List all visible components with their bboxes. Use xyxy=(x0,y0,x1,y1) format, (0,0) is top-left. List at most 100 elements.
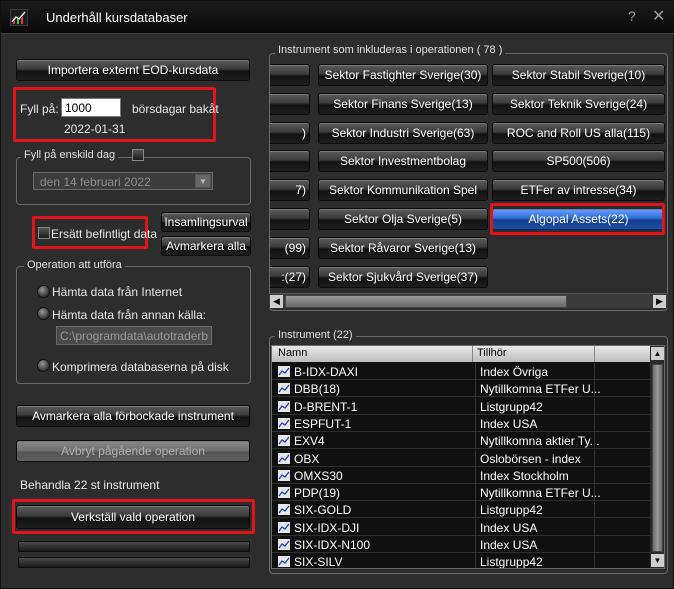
instrument-list[interactable]: Namn Tillhör B-IDX-DAXI Index Övriga DBB(1… xyxy=(271,345,665,569)
partial-group-button-1[interactable] xyxy=(270,64,310,86)
column-header-name[interactable]: Namn xyxy=(278,347,307,359)
group-button-stabil[interactable]: Sektor Stabil Sverige(10) xyxy=(492,64,665,86)
unmark-prechecked-button[interactable]: Avmarkera alla förbockade instrument xyxy=(16,405,250,427)
highlight-algopal-box xyxy=(490,203,665,235)
chart-icon xyxy=(278,487,290,499)
instrument-group: Listgrupp42 xyxy=(480,503,543,518)
group-button-ravaror[interactable]: Sektor Råvaror Sverige(13) xyxy=(318,237,488,259)
list-item[interactable]: SIX-SILV Listgrupp42 xyxy=(272,553,650,569)
group-button-olja[interactable]: Sektor Olja Sverige(5) xyxy=(318,208,488,230)
horizontal-scrollbar[interactable]: ◀ ▶ xyxy=(269,293,668,308)
collection-selection-button[interactable]: Insamlingsurval xyxy=(161,212,251,232)
group-button-etfer[interactable]: ETFer av intresse(34) xyxy=(492,179,665,201)
group-button-fastigheter[interactable]: Sektor Fastighter Sverige(30) xyxy=(318,64,488,86)
fill-date: 2022-01-31 xyxy=(64,122,126,136)
chevron-down-icon[interactable]: ▼ xyxy=(195,174,211,188)
list-item[interactable]: DBB(18) Nytillkomna ETFer U... xyxy=(272,380,650,398)
chart-icon xyxy=(278,539,290,550)
instrument-name: SIX-IDX-N100 xyxy=(294,538,371,552)
radio-compress[interactable] xyxy=(37,359,50,372)
instrument-name: PDP(19) xyxy=(294,486,341,501)
fill-days-input[interactable] xyxy=(61,98,121,117)
instrument-list-title: Instrument (22) xyxy=(275,329,356,341)
group-button-industri[interactable]: Sektor Industri Sverige(63) xyxy=(318,122,488,144)
instrument-group: Listgrupp42 xyxy=(480,555,543,569)
list-item[interactable]: SIX-GOLD Listgrupp42 xyxy=(272,501,650,519)
chart-icon xyxy=(278,435,290,447)
instrument-group: Nytillkomna ETFer U... xyxy=(480,486,601,501)
vertical-scroll-thumb[interactable] xyxy=(652,364,663,552)
group-button-sp500[interactable]: SP500(506) xyxy=(492,150,665,172)
group-button-investmentbolag[interactable]: Sektor Investmentbolag xyxy=(318,150,488,172)
single-day-checkbox[interactable] xyxy=(132,149,144,161)
instrument-name: SIX-IDX-DJI xyxy=(294,520,360,535)
list-item[interactable]: OMXS30 Index Stockholm xyxy=(272,466,650,484)
list-item[interactable]: ESPFUT-1 Index USA xyxy=(272,414,650,432)
status-text: Behandla 22 st instrument xyxy=(20,478,160,492)
list-item[interactable]: SIX-IDX-N100 Index USA xyxy=(272,536,650,553)
vertical-scrollbar[interactable]: ▲ ▼ xyxy=(650,346,664,568)
instrument-name: ESPFUT-1 xyxy=(294,416,352,431)
group-button-kommunikation[interactable]: Sektor Kommunikation Spel xyxy=(318,179,488,201)
partial-group-button-6[interactable] xyxy=(270,208,310,230)
instrument-group: Listgrupp42 xyxy=(480,399,543,414)
unmark-all-button[interactable]: Avmarkera alla xyxy=(161,236,251,256)
instrument-group: Nytillkomna aktier Ty... xyxy=(480,434,600,449)
list-item[interactable]: EXV4 Nytillkomna aktier Ty... xyxy=(272,432,650,450)
list-item[interactable]: B-IDX-DAXI Index Övriga xyxy=(272,363,650,380)
partial-group-button-3[interactable]: ) xyxy=(270,122,310,144)
chart-icon xyxy=(278,383,290,395)
scroll-down-icon[interactable]: ▼ xyxy=(651,554,664,567)
chart-icon xyxy=(278,366,290,377)
replace-data-label: Ersätt befintligt data xyxy=(51,227,158,241)
scroll-right-icon[interactable]: ▶ xyxy=(653,295,666,308)
instrument-group: Index USA xyxy=(480,416,538,431)
radio-compress-label: Komprimera databaserna på disk xyxy=(52,360,229,374)
instrument-name: OMXS30 xyxy=(294,468,343,483)
single-day-datepicker[interactable]: den 14 februari 2022 ▼ xyxy=(33,172,213,190)
chart-icon xyxy=(278,400,290,412)
partial-group-button-8[interactable]: :(27) xyxy=(270,266,310,288)
horizontal-scroll-thumb[interactable] xyxy=(285,295,567,308)
replace-data-checkbox[interactable] xyxy=(38,227,50,239)
instrument-group: Oslobörsen - index xyxy=(480,451,581,466)
radio-internet[interactable] xyxy=(37,285,50,298)
radio-other-source[interactable] xyxy=(37,307,50,320)
column-header-group[interactable]: Tillhör xyxy=(477,347,507,359)
radio-other-source-label: Hämta data från annan källa: xyxy=(52,308,207,322)
instrument-group: Index USA xyxy=(480,538,538,552)
scroll-up-icon[interactable]: ▲ xyxy=(651,347,664,360)
cancel-operation-button[interactable]: Avbryt pågående operation xyxy=(16,440,250,462)
group-button-roc-and-roll[interactable]: ROC and Roll US alla(115) xyxy=(492,122,665,144)
group-button-finans[interactable]: Sektor Finans Sverige(13) xyxy=(318,93,488,115)
chart-icon xyxy=(278,556,290,568)
import-eod-button[interactable]: Importera externt EOD-kursdata xyxy=(16,59,250,81)
scroll-left-icon[interactable]: ◀ xyxy=(270,295,283,308)
chart-icon xyxy=(278,504,290,516)
partial-group-button-2[interactable] xyxy=(270,93,310,115)
list-item[interactable]: OBX Oslobörsen - index xyxy=(272,449,650,467)
list-item[interactable]: SIX-IDX-DJI Index USA xyxy=(272,518,650,536)
partial-group-button-5[interactable]: 7) xyxy=(270,179,310,201)
help-icon[interactable]: ? xyxy=(628,8,636,24)
progress-bar-2 xyxy=(18,557,250,568)
instrument-name: B-IDX-DAXI xyxy=(294,365,359,379)
list-item[interactable]: D-BRENT-1 Listgrupp42 xyxy=(272,397,650,415)
single-day-date-value: den 14 februari 2022 xyxy=(40,175,151,189)
group-button-teknik[interactable]: Sektor Teknik Sverige(24) xyxy=(492,93,665,115)
partial-group-button-4[interactable] xyxy=(270,150,310,172)
instrument-name: DBB(18) xyxy=(294,382,341,397)
other-source-path-input[interactable] xyxy=(56,326,212,345)
instrument-name: OBX xyxy=(294,451,320,466)
partial-group-button-7[interactable]: (99) xyxy=(270,237,310,259)
title-bar: Underhåll kursdatabaser ? ✕ xyxy=(1,1,674,34)
instrument-selection-title: Instrument som inkluderas i operationen … xyxy=(275,44,506,56)
chart-icon xyxy=(278,469,290,481)
chart-icon xyxy=(278,521,290,533)
fill-suffix: börsdagar bakåt xyxy=(132,102,219,116)
close-icon[interactable]: ✕ xyxy=(652,6,665,26)
execute-operation-button[interactable]: Verkställ vald operation xyxy=(16,505,250,529)
list-item[interactable]: PDP(19) Nytillkomna ETFer U... xyxy=(272,484,650,502)
instrument-selection-panel: ) 7) (99) :(27) Sektor Fastighter Sverig… xyxy=(269,53,668,311)
group-button-sjukvard[interactable]: Sektor Sjukvård Sverige(37) xyxy=(318,266,488,288)
